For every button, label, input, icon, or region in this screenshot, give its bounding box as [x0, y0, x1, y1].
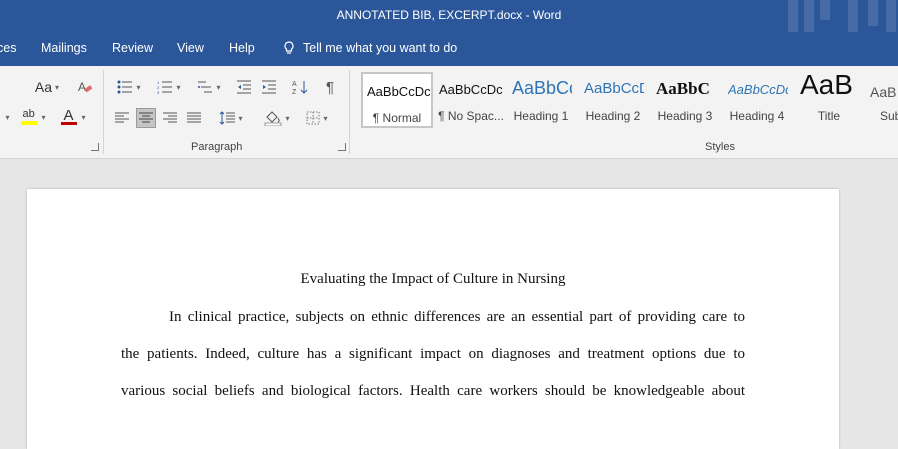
svg-text:Z: Z	[292, 89, 297, 95]
styles-group-label: Styles	[705, 141, 735, 153]
show-formatting-button[interactable]: ¶	[320, 78, 340, 96]
font-color-button[interactable]: A ▾	[58, 107, 88, 126]
numbering-button[interactable]: 1 2 3 ▾	[152, 78, 186, 96]
highlighter-icon: ab	[20, 108, 38, 126]
pilcrow-icon: ¶	[325, 78, 335, 96]
style-heading-4[interactable]: AaBbCcDc Heading 4	[724, 72, 790, 128]
title-decoration	[768, 0, 898, 32]
paint-bucket-icon	[264, 111, 282, 126]
style-heading-1[interactable]: AaBbCc Heading 1	[508, 72, 574, 128]
borders-button[interactable]: ▾	[300, 108, 334, 128]
highlight-button[interactable]: ab ▾	[18, 108, 48, 126]
clear-formatting-button[interactable]: A	[76, 78, 94, 96]
sort-icon: AZ	[292, 81, 308, 95]
style-heading-3[interactable]: AaBbC Heading 3	[652, 72, 718, 128]
tab-view[interactable]: View	[177, 41, 204, 55]
style-normal[interactable]: AaBbCcDc ¶ Normal	[361, 72, 433, 128]
justify-button[interactable]	[184, 108, 204, 128]
line-spacing-button[interactable]: ▾	[214, 108, 248, 128]
tab-review[interactable]: Review	[112, 41, 153, 55]
svg-text:3: 3	[157, 90, 160, 94]
style-heading-2[interactable]: AaBbCcD Heading 2	[580, 72, 646, 128]
decrease-indent-button[interactable]	[234, 78, 254, 96]
body-line: the patients. Indeed, culture has a sign…	[121, 346, 745, 362]
eraser-icon: A	[78, 80, 93, 94]
multilevel-list-button[interactable]: ▾	[192, 78, 226, 96]
tab-help[interactable]: Help	[229, 41, 255, 55]
font-dropdown-partial[interactable]: ▾	[0, 108, 12, 126]
shading-button[interactable]: ▾	[260, 108, 294, 128]
paragraph-group-label: Paragraph	[191, 141, 243, 153]
style-title[interactable]: AaB Title	[796, 69, 862, 128]
font-color-icon: A	[60, 107, 78, 126]
change-case-button[interactable]: Aa ▾	[30, 78, 64, 96]
bullets-icon	[117, 80, 133, 94]
svg-text:A: A	[292, 81, 297, 88]
borders-icon	[306, 111, 320, 125]
sort-button[interactable]: AZ	[290, 78, 310, 96]
increase-indent-button[interactable]	[259, 78, 279, 96]
tab-mailings[interactable]: Mailings	[41, 41, 87, 55]
center-button[interactable]	[136, 108, 156, 128]
align-left-icon	[115, 112, 129, 123]
body-line: In clinical practice, subjects on ethnic…	[169, 309, 745, 325]
document-title: Evaluating the Impact of Culture in Nurs…	[300, 271, 566, 287]
line-spacing-icon	[220, 111, 236, 125]
tell-me-text: Tell me what you want to do	[303, 41, 458, 55]
numbering-icon: 123	[157, 80, 173, 94]
svg-text:A: A	[78, 80, 86, 94]
document-area[interactable]: Evaluating the Impact of Culture in Nurs…	[0, 159, 898, 449]
style-no-spacing[interactable]: AaBbCcDc ¶ No Spac...	[435, 72, 507, 128]
lightbulb-icon	[284, 41, 294, 54]
title-bar: ANNOTATED BIB, EXCERPT.docx - Word	[0, 0, 898, 32]
paragraph-dialog-launcher[interactable]	[338, 143, 346, 151]
ribbon-tabs: ces Mailings Review View Help Tell me wh…	[0, 32, 898, 66]
tell-me-box[interactable]: Tell me what you want to do	[283, 41, 457, 55]
group-separator	[103, 70, 104, 154]
ribbon: Aa ▾ A ▾ ab ▾ A ▾ ▾ 1 2 3 ▾ ▾ AZ ¶ ▾ ▾ ▾…	[0, 66, 898, 159]
align-right-icon	[163, 112, 177, 123]
bullets-button[interactable]: ▾	[112, 78, 146, 96]
align-left-button[interactable]	[112, 108, 132, 128]
multilevel-list-icon	[198, 81, 213, 93]
body-line: various social beliefs and biological fa…	[121, 383, 745, 399]
increase-indent-icon	[262, 80, 276, 94]
tab-references[interactable]: ces	[0, 41, 16, 55]
change-case-icon: Aa	[34, 79, 53, 95]
document-page[interactable]: Evaluating the Impact of Culture in Nurs…	[27, 189, 839, 449]
style-subtitle[interactable]: AaB Sub	[868, 72, 898, 128]
font-dialog-launcher[interactable]	[91, 143, 99, 151]
align-right-button[interactable]	[160, 108, 180, 128]
justify-icon	[187, 112, 201, 123]
align-center-icon	[139, 112, 153, 123]
decrease-indent-icon	[237, 80, 251, 94]
window-title: ANNOTATED BIB, EXCERPT.docx - Word	[336, 8, 562, 22]
group-separator	[349, 70, 350, 154]
